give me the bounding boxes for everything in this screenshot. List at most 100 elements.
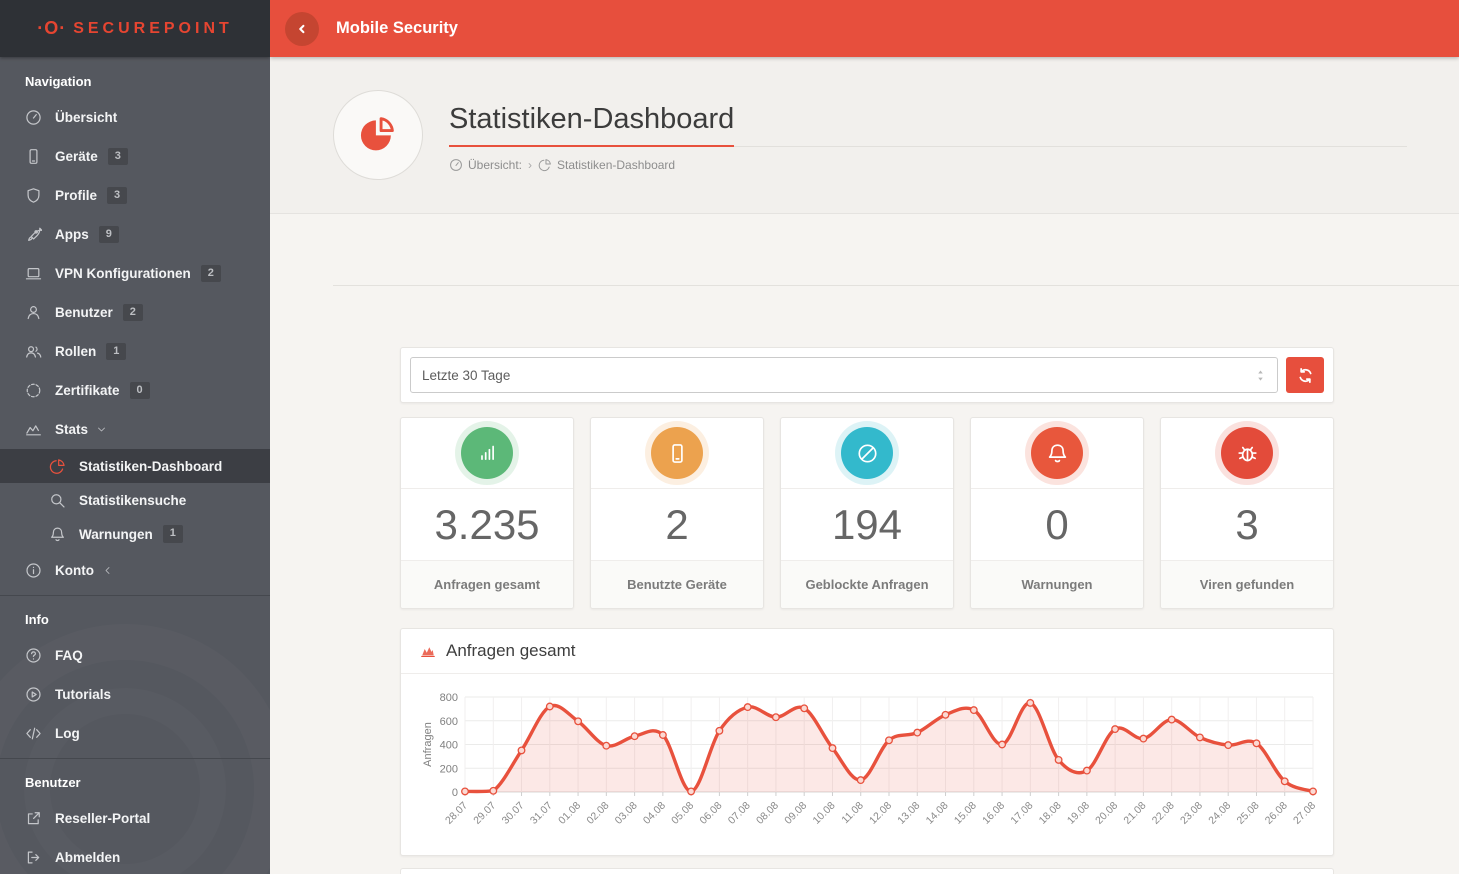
page-title: Statistiken-Dashboard [449, 103, 734, 147]
svg-text:30.07: 30.07 [500, 800, 527, 827]
bug-icon [1234, 440, 1261, 467]
chart-icon [25, 421, 42, 438]
sidebar-item-label: Profile [55, 188, 97, 203]
pie-chart-icon [355, 112, 401, 158]
sidebar-item-statistiken-dashboard[interactable]: Statistiken-Dashboard [0, 449, 270, 483]
requests-chart-card: Anfragen gesamt Anfragen 020040060080028… [400, 628, 1334, 856]
sidebar-section-navigation: NavigationÜbersichtGeräte3Profile3Apps9V… [0, 61, 270, 590]
sidebar-item-tutorials[interactable]: Tutorials [0, 675, 270, 714]
chevron-left-icon [295, 22, 309, 36]
svg-text:06.08: 06.08 [697, 800, 724, 827]
sidebar-item-reseller-portal[interactable]: Reseller-Portal [0, 799, 270, 838]
stat-cards-row: 3.235 Anfragen gesamt 2 Benutzte Geräte … [400, 417, 1334, 609]
chart-title: Anfragen gesamt [446, 641, 575, 661]
svg-text:29.07: 29.07 [471, 800, 498, 827]
svg-text:24.08: 24.08 [1206, 800, 1233, 827]
back-button[interactable] [285, 12, 319, 46]
svg-text:19.08: 19.08 [1065, 800, 1092, 827]
svg-text:22.08: 22.08 [1150, 800, 1177, 827]
search-icon [49, 492, 66, 509]
page-header: Statistiken-Dashboard Übersicht: › Statist… [270, 57, 1459, 214]
chart-header: Anfragen gesamt [401, 629, 1333, 674]
refresh-button[interactable] [1286, 357, 1324, 393]
sidebar-item-benutzer[interactable]: Benutzer 2 [0, 293, 270, 332]
breadcrumb: Übersicht: › Statistiken-Dashboard [449, 158, 1407, 172]
sidebar-section-info: InfoFAQTutorialsLog [0, 595, 270, 753]
sidebar-item-label: Stats [55, 422, 88, 437]
chevron-left-icon [102, 565, 113, 576]
time-range-selected-value: Letzte 30 Tage [422, 368, 510, 383]
sidebar-item-zertifikate[interactable]: Zertifikate0 [0, 371, 270, 410]
count-badge: 1 [106, 343, 126, 361]
svg-text:18.08: 18.08 [1037, 800, 1064, 827]
svg-text:02.08: 02.08 [584, 800, 611, 827]
users-icon [25, 343, 42, 360]
sidebar-item-label: Tutorials [55, 687, 111, 702]
breadcrumb-label: Übersicht: [468, 158, 522, 172]
page-icon-circle [333, 90, 423, 180]
page-title-block: Statistiken-Dashboard Übersicht: › Statist… [449, 103, 1407, 172]
chart-body: Anfragen 020040060080028.0729.0730.0731.… [401, 674, 1333, 857]
brand-logo[interactable]: ·O· SECUREPOINT [0, 0, 270, 57]
stat-icon-section [591, 418, 763, 488]
requests-line-chart: Anfragen 020040060080028.0729.0730.0731.… [419, 676, 1317, 852]
breadcrumb-item[interactable]: Statistiken-Dashboard [538, 158, 675, 172]
count-badge: 2 [201, 265, 221, 283]
ban-icon [854, 440, 881, 467]
sidebar-item-vpn-konfigurationen[interactable]: VPN Konfigurationen 2 [0, 254, 270, 293]
rocket-icon [25, 226, 42, 243]
sidebar-item-log[interactable]: Log [0, 714, 270, 753]
stat-label: Geblockte Anfragen [781, 560, 953, 608]
pie-chart-icon [538, 158, 552, 172]
svg-text:07.08: 07.08 [726, 800, 753, 827]
breadcrumb-separator: › [528, 158, 532, 172]
stat-value: 3 [1161, 488, 1333, 560]
svg-text:200: 200 [440, 763, 458, 775]
sidebar-item-label: Rollen [55, 344, 96, 359]
bell-stat-icon [1044, 440, 1071, 467]
svg-text:26.08: 26.08 [1263, 800, 1290, 827]
external-link-icon [25, 810, 42, 827]
svg-text:400: 400 [440, 740, 458, 752]
sidebar-nav: NavigationÜbersichtGeräte3Profile3Apps9V… [0, 57, 270, 874]
pie-chart-icon [49, 458, 66, 475]
sidebar-item-rollen[interactable]: Rollen 1 [0, 332, 270, 371]
svg-text:15.08: 15.08 [952, 800, 979, 827]
count-badge: 2 [123, 304, 143, 322]
svg-text:20.08: 20.08 [1093, 800, 1120, 827]
sidebar-item-abmelden[interactable]: Abmelden [0, 838, 270, 874]
stat-value: 2 [591, 488, 763, 560]
svg-text:10.08: 10.08 [811, 800, 838, 827]
sidebar-item-übersicht[interactable]: Übersicht [0, 98, 270, 137]
sidebar-item-label: Warnungen [79, 527, 153, 542]
time-range-select[interactable]: Letzte 30 Tage [410, 357, 1278, 393]
stat-icon-circle [461, 427, 513, 479]
area-chart-icon [420, 643, 436, 659]
svg-text:21.08: 21.08 [1121, 800, 1148, 827]
select-arrows-icon [1253, 368, 1268, 383]
count-badge: 1 [163, 525, 183, 543]
stat-label: Anfragen gesamt [401, 560, 573, 608]
svg-text:05.08: 05.08 [669, 800, 696, 827]
sidebar-item-statistikensuche[interactable]: Statistikensuche [0, 483, 270, 517]
certificate-icon [25, 382, 42, 399]
logout-icon [25, 849, 42, 866]
sidebar-item-geräte[interactable]: Geräte3 [0, 137, 270, 176]
sidebar-item-label: Statistikensuche [79, 493, 186, 508]
sidebar-item-apps[interactable]: Apps9 [0, 215, 270, 254]
sidebar-item-label: VPN Konfigurationen [55, 266, 191, 281]
sidebar-item-konto[interactable]: Konto [0, 551, 270, 590]
sidebar: ·O· SECUREPOINT NavigationÜbersichtGerät… [0, 0, 270, 874]
stat-label: Benutzte Geräte [591, 560, 763, 608]
sidebar-item-profile[interactable]: Profile3 [0, 176, 270, 215]
sidebar-item-faq[interactable]: FAQ [0, 636, 270, 675]
brand-logo-name: SECUREPOINT [73, 20, 233, 38]
sidebar-item-stats[interactable]: Stats [0, 410, 270, 449]
question-icon [25, 647, 42, 664]
sidebar-item-warnungen[interactable]: Warnungen 1 [0, 517, 270, 551]
sidebar-item-label: FAQ [55, 648, 83, 663]
title-underline: Statistiken-Dashboard [449, 103, 1407, 147]
breadcrumb-item[interactable]: Übersicht: [449, 158, 522, 172]
stat-icon-section [401, 418, 573, 488]
sidebar-item-label: Benutzer [55, 305, 113, 320]
